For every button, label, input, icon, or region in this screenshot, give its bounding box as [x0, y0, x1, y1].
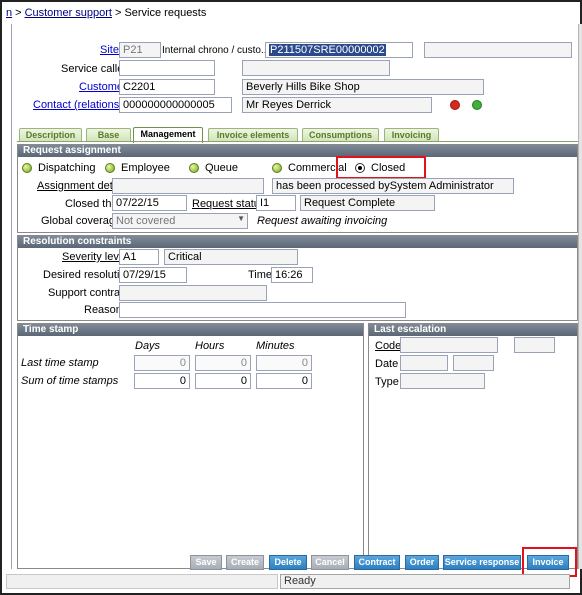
- customer-name-field: Beverly Hills Bike Shop: [242, 79, 484, 95]
- radio-queue[interactable]: Queue: [189, 162, 238, 174]
- chrono-label: Internal chrono / custo...: [162, 45, 270, 56]
- col-hours: Hours: [195, 340, 225, 352]
- order-button[interactable]: Order: [405, 555, 439, 570]
- global-coverage-label: Global coverage: [41, 215, 122, 227]
- last-minutes-field: 0: [256, 355, 312, 371]
- desired-resolution-field[interactable]: 07/29/15: [119, 267, 187, 283]
- sum-minutes-field: 0: [256, 373, 312, 389]
- col-days: Days: [135, 340, 161, 352]
- assignment-detail-text: has been processed bySystem Administrato…: [272, 178, 514, 194]
- col-minutes: Minutes: [256, 340, 295, 352]
- contact-code-field[interactable]: 000000000000005: [119, 97, 232, 113]
- cancel-button[interactable]: Cancel: [311, 555, 349, 570]
- support-contract-field: [119, 285, 267, 301]
- service-caller-label: Service caller: [61, 63, 128, 75]
- tab-invoicing[interactable]: Invoicing: [384, 128, 439, 142]
- closed-the-field[interactable]: 07/22/15: [112, 195, 187, 211]
- extra-field-1: [424, 42, 572, 58]
- tab-invoice-elements[interactable]: Invoice elements: [208, 128, 298, 142]
- reason-label: Reason: [84, 304, 122, 316]
- last-hours-field: 0: [195, 355, 251, 371]
- radio-dot-icon: [105, 163, 115, 173]
- radio-label: Employee: [121, 162, 170, 174]
- save-button[interactable]: Save: [190, 555, 222, 570]
- last-days-field: 0: [134, 355, 190, 371]
- invoice-highlight-box: [522, 547, 577, 577]
- escalation-date-field: [400, 355, 448, 371]
- window: n > Customer support > Service requests Site…: [0, 0, 582, 595]
- contract-button[interactable]: Contract: [354, 555, 400, 570]
- breadcrumb: n > Customer support > Service requests: [4, 4, 578, 23]
- escalation-date-label: Date: [375, 358, 399, 370]
- support-contract-label: Support contract: [48, 287, 129, 299]
- contact-name-field: Mr Reyes Derrick: [242, 97, 432, 113]
- closed-highlight-box: [336, 156, 426, 179]
- escalation-code-field: [400, 337, 498, 353]
- delete-button[interactable]: Delete: [269, 555, 307, 570]
- request-status-label[interactable]: Request status: [192, 198, 265, 210]
- service-response-button[interactable]: Service response: [443, 555, 521, 570]
- radio-label: Queue: [205, 162, 239, 174]
- stop-icon[interactable]: [450, 100, 460, 110]
- breadcrumb-link-customer-support[interactable]: Customer support: [25, 7, 112, 19]
- global-coverage-select[interactable]: Not covered ▼: [112, 213, 248, 229]
- request-status-text: Request Complete: [300, 195, 435, 211]
- radio-employee[interactable]: Employee: [105, 162, 170, 174]
- service-caller-name-field: [242, 60, 390, 76]
- last-escalation-title: Last escalation: [369, 324, 577, 336]
- radio-dispatching[interactable]: Dispatching: [22, 162, 95, 174]
- reason-field[interactable]: [119, 302, 406, 318]
- global-coverage-value: Not covered: [116, 215, 176, 227]
- severity-code-field[interactable]: A1: [119, 249, 159, 265]
- radio-dot-icon: [189, 163, 199, 173]
- radio-dot-icon: [22, 163, 32, 173]
- site-label[interactable]: Site: [100, 44, 119, 56]
- time-label: Time: [248, 269, 273, 281]
- radio-label: Dispatching: [38, 162, 96, 174]
- left-divider: [11, 24, 12, 569]
- severity-label[interactable]: Severity level: [62, 251, 127, 263]
- escalation-type-label: Type: [375, 376, 399, 388]
- chrono-field[interactable]: P211507SRE00000002: [265, 42, 413, 58]
- escalation-type-field: [400, 373, 485, 389]
- status-bar: Ready: [280, 574, 570, 589]
- sum-days-field: 0: [134, 373, 190, 389]
- escalation-time-field: [453, 355, 494, 371]
- chrono-value: P211507SRE00000002: [269, 44, 386, 56]
- tab-base[interactable]: Base: [86, 128, 131, 142]
- tab-consumptions[interactable]: Consumptions: [302, 128, 379, 142]
- go-icon[interactable]: [472, 100, 482, 110]
- customer-code-field[interactable]: C2201: [119, 79, 215, 95]
- status-bar-left: [6, 574, 278, 589]
- escalation-code-extra: [514, 337, 555, 353]
- closed-the-label: Closed the: [65, 198, 118, 210]
- breadcrumb-link-0[interactable]: n: [6, 7, 12, 19]
- site-field[interactable]: P21: [119, 42, 161, 58]
- global-coverage-note: Request awaiting invoicing: [257, 215, 388, 227]
- chevron-down-icon: ▼: [237, 214, 245, 223]
- assignment-detail-field: [112, 178, 264, 194]
- request-assignment-title: Request assignment: [18, 145, 577, 157]
- radio-dot-icon: [272, 163, 282, 173]
- time-stamp-title: Time stamp: [18, 324, 363, 336]
- last-time-stamp-label: Last time stamp: [21, 357, 99, 369]
- request-status-code-field[interactable]: I1: [256, 195, 296, 211]
- service-caller-field[interactable]: [119, 60, 215, 76]
- assignment-detail-label[interactable]: Assignment detail: [37, 180, 124, 192]
- create-button[interactable]: Create: [226, 555, 264, 570]
- sum-time-stamps-label: Sum of time stamps: [21, 375, 119, 387]
- severity-text: Critical: [164, 249, 298, 265]
- escalation-code-label[interactable]: Code: [375, 340, 401, 352]
- breadcrumb-current: Service requests: [124, 7, 207, 19]
- tab-description[interactable]: Description: [19, 128, 82, 142]
- tab-underline: [17, 141, 578, 142]
- resolution-title: Resolution constraints: [18, 236, 577, 248]
- time-field[interactable]: 16:26: [271, 267, 313, 283]
- sum-hours-field: 0: [195, 373, 251, 389]
- vertical-scrollbar[interactable]: [578, 24, 582, 569]
